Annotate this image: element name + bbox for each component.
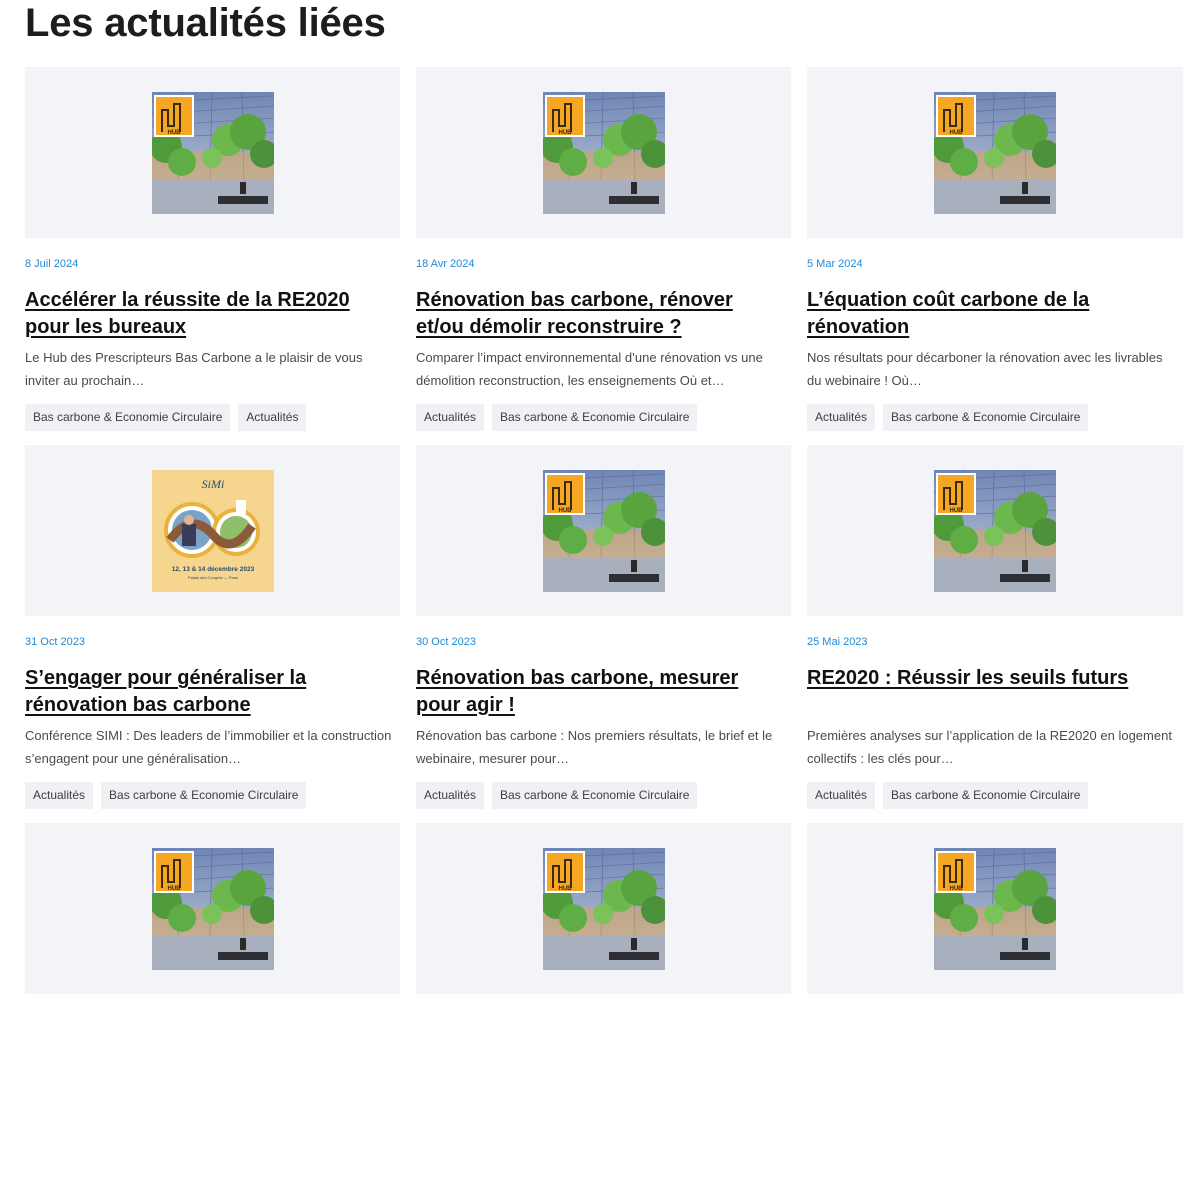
article-thumbnail[interactable]: HUB [807, 67, 1183, 238]
article-card: HUB [25, 823, 400, 1180]
svg-text:12, 13 & 14 décembre 2023: 12, 13 & 14 décembre 2023 [171, 566, 254, 573]
hub-building-image: HUB [151, 91, 274, 214]
article-thumbnail[interactable]: HUB [416, 67, 791, 238]
article-title-link[interactable]: RE2020 : Réussir les seuils futurs [807, 665, 1177, 718]
svg-text:HUB: HUB [167, 886, 181, 892]
articles-grid: HUB 8 Juil 2024 Accélérer la réussite de … [25, 67, 1183, 1180]
article-tag[interactable]: Actualités [416, 404, 485, 431]
article-thumbnail[interactable]: HUB [25, 67, 400, 238]
article-thumbnail[interactable]: HUB [807, 445, 1183, 616]
svg-text:Palais des Congrès — Paris: Palais des Congrès — Paris [187, 575, 237, 580]
article-card: HUB 25 Mai 2023 RE2020 : Réussir les seui… [807, 445, 1183, 809]
svg-text:SiMi: SiMi [201, 477, 224, 491]
article-tag[interactable]: Actualités [416, 782, 485, 809]
hub-building-image: HUB [934, 91, 1056, 214]
article-card: HUB 30 Oct 2023 Rénovation bas carbone, m… [416, 445, 791, 809]
article-excerpt: Rénovation bas carbone : Nos premiers ré… [416, 728, 773, 766]
article-tag[interactable]: Bas carbone & Economie Circulaire [492, 404, 698, 431]
article-tag[interactable]: Actualités [807, 404, 876, 431]
article-card: HUB [416, 823, 791, 1180]
article-title-link[interactable]: S’engager pour généraliser la rénovation… [25, 665, 395, 718]
article-tags: Actualités Bas carbone & Economie Circula… [416, 782, 791, 809]
article-thumbnail[interactable]: HUB [25, 823, 400, 994]
hub-building-image: HUB [542, 91, 665, 214]
article-tag[interactable]: Bas carbone & Economie Circulaire [883, 782, 1089, 809]
article-title-link[interactable]: Rénovation bas carbone, rénover et/ou dé… [416, 287, 786, 340]
article-tag[interactable]: Actualités [25, 782, 94, 809]
hub-building-image: HUB [934, 469, 1056, 592]
article-date: 30 Oct 2023 [416, 636, 476, 648]
svg-text:HUB: HUB [167, 130, 181, 136]
article-date: 8 Juil 2024 [25, 258, 79, 270]
article-date: 31 Oct 2023 [25, 636, 85, 648]
hub-building-image: HUB [542, 469, 665, 592]
article-excerpt: Premières analyses sur l’application de … [807, 728, 1172, 766]
article-tags: Actualités Bas carbone & Economie Circula… [807, 404, 1183, 431]
article-tags: Actualités Bas carbone & Economie Circula… [807, 782, 1183, 809]
svg-text:HUB: HUB [558, 130, 572, 136]
article-thumbnail[interactable]: HUB [416, 445, 791, 616]
hub-building-image: HUB [151, 847, 274, 970]
article-card: HUB 8 Juil 2024 Accélérer la réussite de … [25, 67, 400, 431]
svg-text:HUB: HUB [950, 508, 964, 514]
article-thumbnail[interactable]: HUB [416, 823, 791, 994]
article-tag[interactable]: Actualités [238, 404, 307, 431]
svg-text:HUB: HUB [558, 886, 572, 892]
page-title: Les actualités liées [25, 1, 386, 45]
hub-building-image: HUB [542, 847, 665, 970]
article-date: 18 Avr 2024 [416, 258, 475, 270]
article-excerpt: Comparer l’impact environnemental d’une … [416, 350, 763, 388]
article-title-link[interactable]: L’équation coût carbone de la rénovation [807, 287, 1177, 340]
article-card: HUB 18 Avr 2024 Rénovation bas carbone, r… [416, 67, 791, 431]
article-tag[interactable]: Bas carbone & Economie Circulaire [25, 404, 231, 431]
article-tags: Bas carbone & Economie Circulaire Actuali… [25, 404, 400, 431]
svg-text:HUB: HUB [558, 508, 572, 514]
article-date: 25 Mai 2023 [807, 636, 868, 648]
article-excerpt: Nos résultats pour décarboner la rénovat… [807, 350, 1163, 388]
svg-text:HUB: HUB [950, 886, 964, 892]
article-tag[interactable]: Bas carbone & Economie Circulaire [883, 404, 1089, 431]
article-excerpt: Conférence SIMI : Des leaders de l’immob… [25, 728, 392, 766]
article-tags: Actualités Bas carbone & Economie Circula… [416, 404, 791, 431]
article-title-link[interactable]: Rénovation bas carbone, mesurer pour agi… [416, 665, 786, 718]
article-tag[interactable]: Actualités [807, 782, 876, 809]
article-card: HUB 5 Mar 2024 L’équation coût carbone de… [807, 67, 1183, 431]
svg-text:HUB: HUB [950, 130, 964, 136]
article-tags: Actualités Bas carbone & Economie Circula… [25, 782, 400, 809]
article-title-link[interactable]: Accélérer la réussite de la RE2020 pour … [25, 287, 395, 340]
article-date: 5 Mar 2024 [807, 258, 863, 270]
hub-building-image: HUB [934, 847, 1056, 970]
article-thumbnail[interactable]: HUB [807, 823, 1183, 994]
article-card: HUB [807, 823, 1183, 1180]
simi-poster-image: SiMi 12, 13 & 14 décembre 2023 Palais de… [151, 469, 274, 592]
article-thumbnail[interactable]: SiMi 12, 13 & 14 décembre 2023 Palais de… [25, 445, 400, 616]
article-excerpt: Le Hub des Prescripteurs Bas Carbone a l… [25, 350, 363, 388]
article-card: SiMi 12, 13 & 14 décembre 2023 Palais de… [25, 445, 400, 809]
article-tag[interactable]: Bas carbone & Economie Circulaire [492, 782, 698, 809]
article-tag[interactable]: Bas carbone & Economie Circulaire [101, 782, 307, 809]
